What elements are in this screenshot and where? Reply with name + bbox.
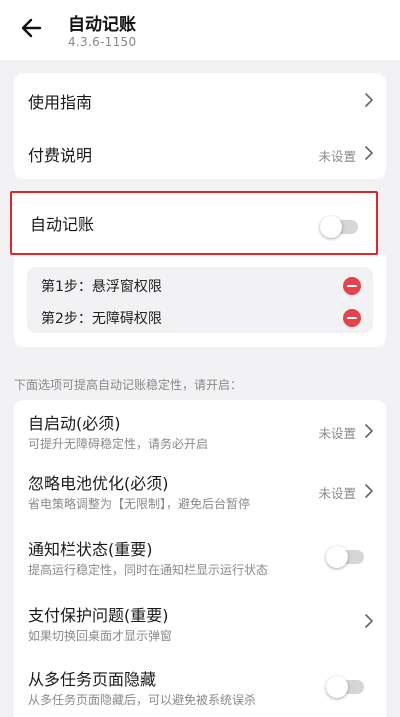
option-label: 忽略电池优化(必须) [28, 474, 169, 493]
notification-toggle[interactable] [326, 546, 364, 568]
options-card: 自启动(必须) 可提升无障碍稳定性，请务必开启 未设置 忽略电池优化(必须) 省… [14, 400, 386, 717]
payment-value: 未设置 [318, 149, 356, 164]
chevron-right-icon [365, 146, 373, 160]
toggle-knob [326, 676, 348, 698]
step-item-1[interactable]: 第1步：悬浮窗权限 [41, 276, 162, 296]
option-value: 未设置 [318, 426, 356, 441]
option-description: 省电策略调整为【无限制】，避免后台暂停 [28, 497, 251, 511]
step-item-2[interactable]: 第2步：无障碍权限 [41, 308, 162, 328]
chevron-right-icon [365, 484, 373, 498]
option-row-autostart[interactable]: 自启动(必须) 可提升无障碍稳定性，请务必开启 未设置 [14, 400, 386, 459]
back-arrow-icon[interactable] [18, 14, 46, 42]
option-label: 通知栏状态(重要) [28, 540, 153, 559]
payment-label: 付费说明 [28, 146, 93, 165]
option-row-hide-recents[interactable]: 从多任务页面隐藏 从多任务页面隐藏后，可以避免被系统误杀 [14, 650, 386, 716]
steps-list: 第1步：悬浮窗权限 第2步：无障碍权限 [27, 267, 373, 333]
info-card: 使用指南 付费说明 未设置 [14, 73, 386, 179]
page-title: 自动记账 [68, 15, 136, 35]
option-value: 未设置 [318, 486, 356, 501]
section-note: 下面选项可提高自动记账稳定性，请开启： [14, 378, 243, 392]
app-version: 4.3.6-1150 [68, 35, 137, 49]
option-description: 如果切换回桌面才显示弹窗 [28, 629, 173, 643]
remove-step-2-icon[interactable] [343, 309, 361, 327]
steps-card: 第1步：悬浮窗权限 第2步：无障碍权限 [14, 255, 386, 347]
guide-label: 使用指南 [28, 93, 93, 112]
chevron-right-icon [365, 424, 373, 438]
option-row-payment-protection[interactable]: 支付保护问题(重要) 如果切换回桌面才显示弹窗 [14, 586, 386, 650]
chevron-right-icon [365, 614, 373, 628]
auto-accounting-row[interactable]: 自动记账 [10, 191, 378, 255]
option-description: 可提升无障碍稳定性，请务必开启 [28, 437, 209, 451]
option-label: 自启动(必须) [28, 414, 121, 433]
hide-recents-toggle[interactable] [326, 676, 364, 698]
guide-row[interactable]: 使用指南 [14, 73, 386, 126]
chevron-right-icon [365, 93, 373, 107]
option-description: 从多任务页面隐藏后，可以避免被系统误杀 [28, 693, 257, 707]
option-row-notification[interactable]: 通知栏状态(重要) 提高运行稳定性，同时在通知栏显示运行状态 [14, 520, 386, 586]
option-row-battery[interactable]: 忽略电池优化(必须) 省电策略调整为【无限制】，避免后台暂停 未设置 [14, 459, 386, 520]
option-label: 支付保护问题(重要) [28, 606, 169, 625]
auto-accounting-label: 自动记账 [30, 215, 95, 234]
remove-step-1-icon[interactable] [343, 277, 361, 295]
auto-accounting-toggle[interactable] [320, 216, 358, 238]
toggle-knob [320, 216, 342, 238]
toggle-knob [326, 546, 348, 568]
option-label: 从多任务页面隐藏 [28, 670, 157, 689]
option-description: 提高运行稳定性，同时在通知栏显示运行状态 [28, 563, 269, 577]
payment-row[interactable]: 付费说明 未设置 [14, 126, 386, 179]
app-header: 自动记账 4.3.6-1150 [0, 0, 400, 60]
